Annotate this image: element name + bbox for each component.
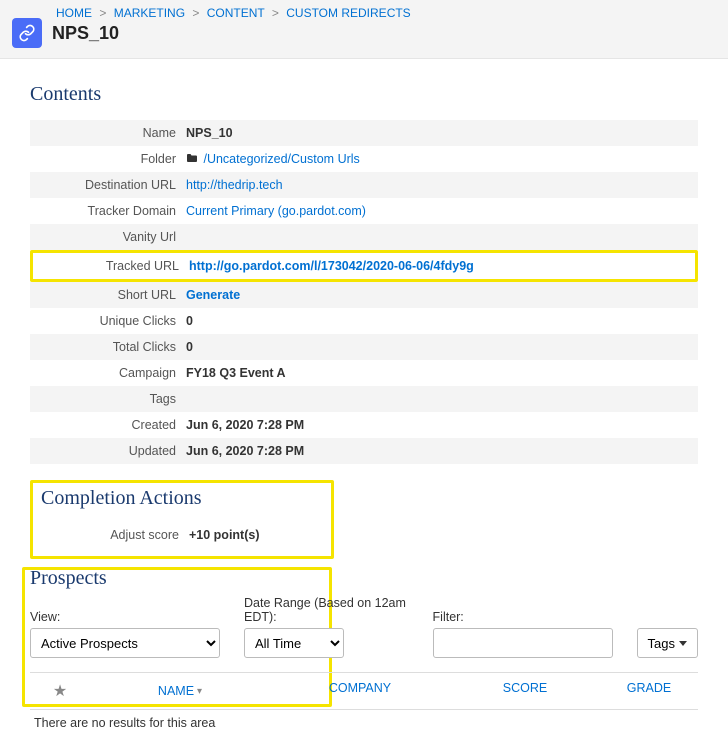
section-prospects-title: Prospects bbox=[30, 567, 698, 590]
breadcrumb-sep: > bbox=[192, 6, 199, 20]
field-uclicks-row: Unique Clicks 0 bbox=[30, 308, 698, 334]
content-area: Contents Name NPS_10 Folder /Uncategoriz… bbox=[0, 59, 728, 756]
field-value: Jun 6, 2020 7:28 PM bbox=[186, 444, 690, 458]
field-label: Folder bbox=[38, 152, 186, 166]
caret-down-icon bbox=[679, 641, 687, 646]
column-name-label: NAME bbox=[158, 684, 194, 698]
field-value: 0 bbox=[186, 340, 690, 354]
tags-button-label: Tags bbox=[648, 636, 675, 651]
folder-link[interactable]: /Uncategorized/Custom Urls bbox=[203, 152, 359, 166]
prospects-section: Prospects View: Active Prospects Date Ra… bbox=[30, 567, 698, 736]
breadcrumb-sep: > bbox=[272, 6, 279, 20]
field-created-row: Created Jun 6, 2020 7:28 PM bbox=[30, 412, 698, 438]
field-value: NPS_10 bbox=[186, 126, 690, 140]
field-folder-row: Folder /Uncategorized/Custom Urls bbox=[30, 146, 698, 172]
column-company[interactable]: COMPANY bbox=[270, 681, 450, 701]
field-label: Total Clicks bbox=[38, 340, 186, 354]
field-tracker-row: Tracker Domain Current Primary (go.pardo… bbox=[30, 198, 698, 224]
field-vanity-row: Vanity Url bbox=[30, 224, 698, 250]
column-score[interactable]: SCORE bbox=[450, 681, 600, 701]
filter-col: Filter: bbox=[433, 610, 613, 658]
daterange-label: Date Range (Based on 12am EDT): bbox=[244, 596, 409, 624]
view-col: View: Active Prospects bbox=[30, 610, 220, 658]
tags-button[interactable]: Tags bbox=[637, 628, 698, 658]
field-updated-row: Updated Jun 6, 2020 7:28 PM bbox=[30, 438, 698, 464]
column-grade[interactable]: GRADE bbox=[600, 681, 698, 701]
field-value: /Uncategorized/Custom Urls bbox=[186, 152, 690, 166]
field-label: Name bbox=[38, 126, 186, 140]
view-label: View: bbox=[30, 610, 220, 624]
field-label: Tracked URL bbox=[41, 259, 189, 273]
star-icon: ★ bbox=[53, 681, 67, 701]
field-tclicks-row: Total Clicks 0 bbox=[30, 334, 698, 360]
section-contents-title: Contents bbox=[30, 83, 698, 106]
sort-down-icon: ▾ bbox=[197, 686, 202, 697]
fields-list: Name NPS_10 Folder /Uncategorized/Custom… bbox=[30, 120, 698, 464]
field-value: FY18 Q3 Event A bbox=[186, 366, 690, 380]
field-label: Vanity Url bbox=[38, 230, 186, 244]
favorite-column[interactable]: ★ bbox=[30, 681, 90, 701]
breadcrumb-custom-redirects[interactable]: CUSTOM REDIRECTS bbox=[286, 6, 410, 20]
breadcrumb-marketing[interactable]: MARKETING bbox=[114, 6, 185, 20]
folder-icon bbox=[186, 152, 198, 166]
completion-actions-highlight: Completion Actions Adjust score +10 poin… bbox=[30, 480, 334, 559]
tags-col: Tags bbox=[637, 628, 698, 658]
field-tracked-row: Tracked URL http://go.pardot.com/l/17304… bbox=[30, 250, 698, 282]
field-name-row: Name NPS_10 bbox=[30, 120, 698, 146]
breadcrumb-home[interactable]: HOME bbox=[56, 6, 92, 20]
field-dest-row: Destination URL http://thedrip.tech bbox=[30, 172, 698, 198]
field-short-row: Short URL Generate bbox=[30, 282, 698, 308]
filter-input[interactable] bbox=[433, 628, 613, 658]
header: NPS_10 bbox=[12, 18, 716, 48]
breadcrumb-sep: > bbox=[99, 6, 106, 20]
no-results-text: There are no results for this area bbox=[30, 710, 698, 736]
field-label: Created bbox=[38, 418, 186, 432]
daterange-col: Date Range (Based on 12am EDT): All Time bbox=[244, 596, 409, 658]
column-name[interactable]: NAME ▾ bbox=[90, 681, 270, 701]
field-label: Adjust score bbox=[41, 528, 189, 542]
page-title: NPS_10 bbox=[52, 23, 119, 44]
field-campaign-row: Campaign FY18 Q3 Event A bbox=[30, 360, 698, 386]
completion-actions-section: Completion Actions Adjust score +10 poin… bbox=[30, 480, 698, 559]
adjust-score-value: +10 point(s) bbox=[189, 528, 323, 542]
daterange-select[interactable]: All Time bbox=[244, 628, 344, 658]
destination-url-link[interactable]: http://thedrip.tech bbox=[186, 178, 283, 192]
field-value: Jun 6, 2020 7:28 PM bbox=[186, 418, 690, 432]
field-label: Campaign bbox=[38, 366, 186, 380]
field-label: Short URL bbox=[38, 288, 186, 302]
prospects-table-head: ★ NAME ▾ COMPANY SCORE GRADE bbox=[30, 672, 698, 710]
field-label: Tags bbox=[38, 392, 186, 406]
field-tags-row: Tags bbox=[30, 386, 698, 412]
field-label: Updated bbox=[38, 444, 186, 458]
field-label: Unique Clicks bbox=[38, 314, 186, 328]
breadcrumb-content[interactable]: CONTENT bbox=[207, 6, 265, 20]
section-completion-title: Completion Actions bbox=[41, 487, 323, 510]
field-label: Destination URL bbox=[38, 178, 186, 192]
generate-short-url-link[interactable]: Generate bbox=[186, 288, 240, 302]
field-label: Tracker Domain bbox=[38, 204, 186, 218]
view-select[interactable]: Active Prospects bbox=[30, 628, 220, 658]
field-value: 0 bbox=[186, 314, 690, 328]
link-icon bbox=[12, 18, 42, 48]
tracked-url-link[interactable]: http://go.pardot.com/l/173042/2020-06-06… bbox=[189, 259, 474, 273]
filter-label: Filter: bbox=[433, 610, 613, 624]
tracker-domain-link[interactable]: Current Primary (go.pardot.com) bbox=[186, 204, 366, 218]
topbar: HOME > MARKETING > CONTENT > CUSTOM REDI… bbox=[0, 0, 728, 59]
